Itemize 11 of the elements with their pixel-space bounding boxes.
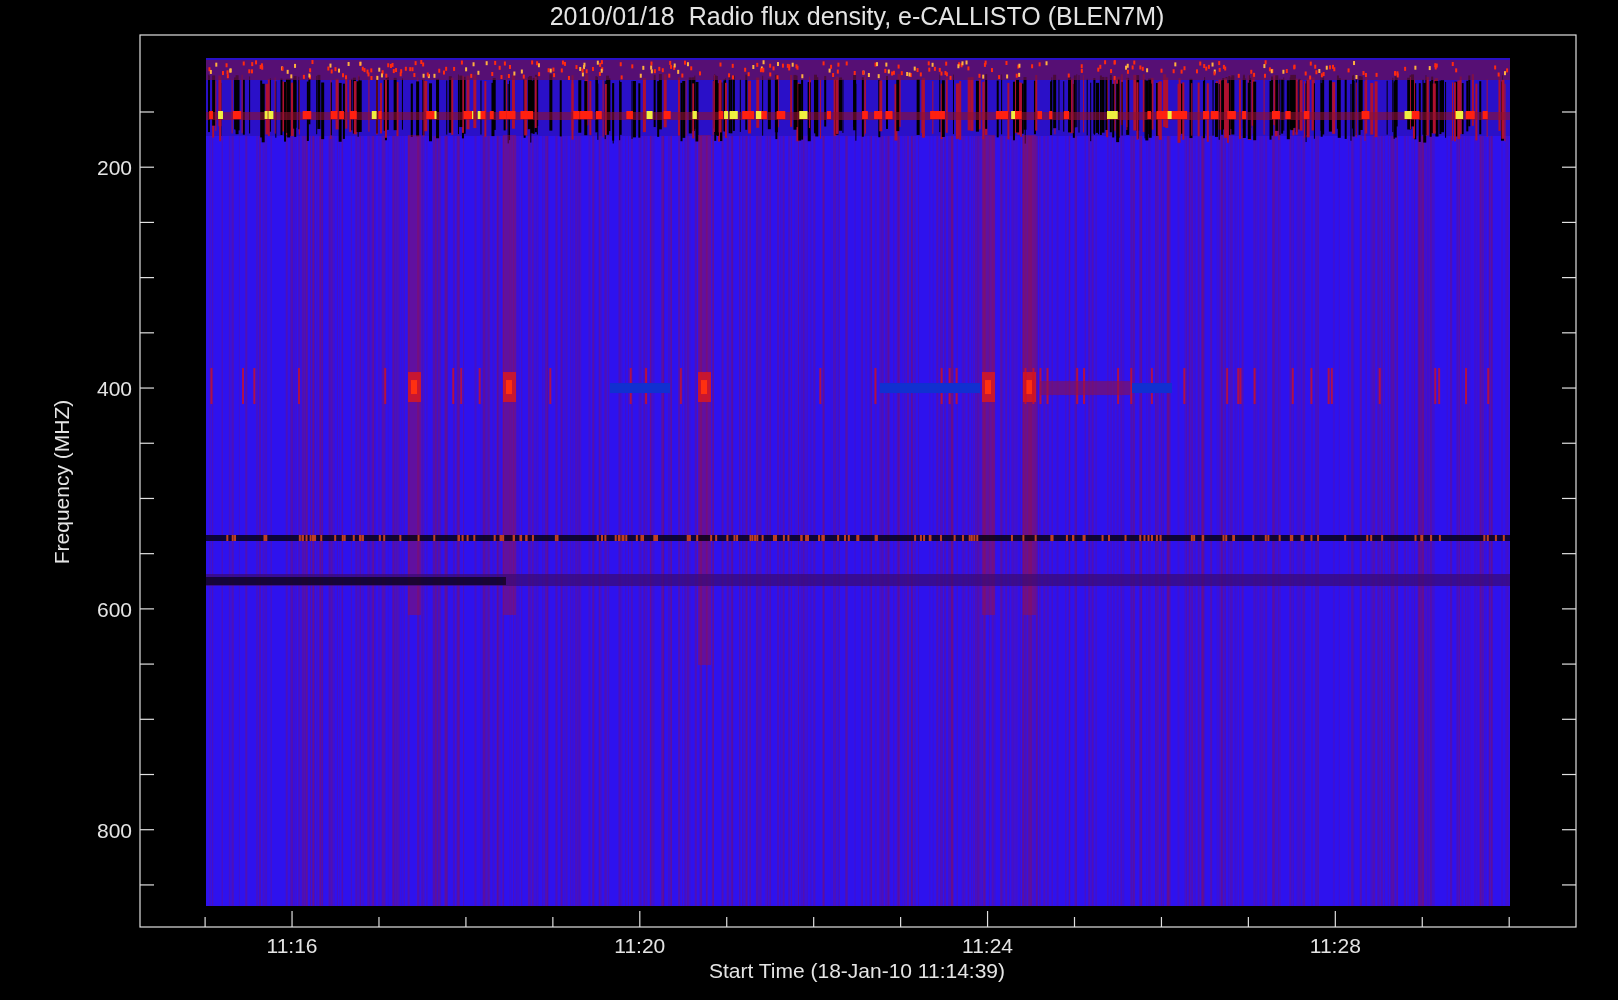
- axis-label: Frequency (MHZ): [50, 399, 73, 565]
- chart-title: 2010/01/18 Radio flux density, e-CALLISTO (BLEN7M): [549, 2, 1165, 30]
- tick-label: 600: [96, 597, 132, 621]
- tick-label: 11:24: [962, 934, 1014, 957]
- axis-label: Start Time (18-Jan-10 11:14:39): [708, 959, 1006, 982]
- tick-label: 400: [96, 377, 132, 401]
- tick-label: 200: [96, 156, 132, 180]
- tick-label: 11:20: [614, 934, 666, 957]
- tick-label: 11:28: [1309, 934, 1361, 957]
- tick-label: 11:16: [266, 934, 318, 957]
- tick-label: 800: [96, 818, 132, 842]
